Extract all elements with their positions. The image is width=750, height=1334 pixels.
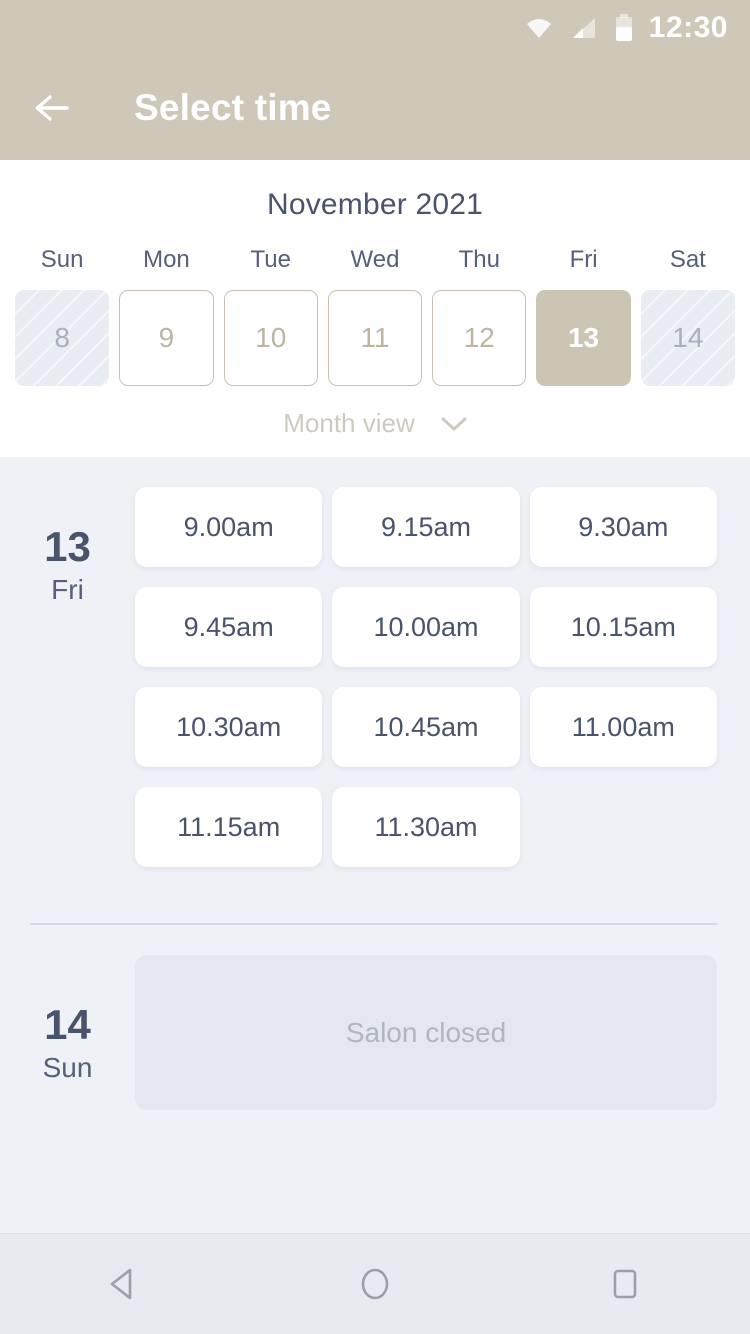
salon-closed-banner: Salon closed [135, 955, 717, 1110]
time-slot[interactable]: 10.30am [135, 687, 323, 767]
weekday-label: Tue [250, 246, 291, 273]
calendar-panel: November 2021 Sun Mon Tue Wed Thu Fri Sa… [0, 160, 750, 457]
calendar-day-9[interactable]: 9 [119, 290, 214, 386]
day-block-13: 13 Fri 9.00am 9.15am 9.30am 9.45am 10.00… [0, 457, 750, 867]
weekday-label: Thu [458, 246, 500, 273]
month-view-toggle[interactable]: Month view [0, 408, 750, 439]
nav-back-button[interactable] [75, 1234, 175, 1334]
nav-home-button[interactable] [325, 1234, 425, 1334]
calendar-day-10[interactable]: 10 [223, 290, 318, 386]
status-bar: 12:30 [0, 0, 750, 55]
calendar-day-row: 8 9 10 11 12 13 14 [0, 290, 750, 386]
time-slot[interactable]: 9.45am [135, 587, 323, 667]
day-block-14: 14 Sun Salon closed [0, 925, 750, 1110]
calendar-day-13-selected[interactable]: 13 [536, 290, 631, 386]
calendar-weekday-header: Sun Mon Tue Wed Thu Fri Sat [0, 246, 750, 274]
status-bar-icons [525, 13, 633, 42]
time-slot[interactable]: 9.15am [332, 487, 520, 567]
calendar-day-12[interactable]: 12 [432, 290, 527, 386]
android-nav-bar [0, 1233, 750, 1334]
phone-screen: 12:30 Select time November 2021 Sun Mon … [0, 0, 750, 1334]
time-slot[interactable]: 11.15am [135, 787, 323, 867]
calendar-day-11[interactable]: 11 [327, 290, 423, 386]
time-slot[interactable]: 9.30am [529, 487, 717, 567]
time-slot[interactable]: 10.00am [332, 587, 520, 667]
weekday-label: Sun [40, 246, 84, 273]
page-title: Select time [134, 86, 332, 128]
day-label-13: 13 Fri [0, 487, 135, 867]
weekday-label: Wed [350, 246, 400, 273]
back-arrow-icon [35, 94, 69, 121]
day-of-week: Fri [51, 574, 84, 606]
status-bar-clock: 12:30 [648, 10, 728, 44]
time-slot-grid: 9.00am 9.15am 9.30am 9.45am 10.00am 10.1… [135, 487, 750, 867]
time-slot[interactable]: 9.00am [135, 487, 323, 567]
cellular-signal-icon [571, 16, 597, 40]
calendar-day-14: 14 [640, 290, 735, 386]
time-slot[interactable]: 11.30am [332, 787, 520, 867]
calendar-month-label: November 2021 [266, 188, 484, 221]
month-view-label: Month view [283, 408, 415, 438]
time-slot[interactable]: 10.45am [332, 687, 520, 767]
schedule-content: 13 Fri 9.00am 9.15am 9.30am 9.45am 10.00… [0, 457, 750, 1233]
battery-icon [615, 13, 633, 42]
time-slot[interactable]: 11.00am [529, 687, 717, 767]
day-number: 14 [44, 1001, 91, 1048]
weekday-label: Sat [669, 246, 706, 273]
recents-square-icon [613, 1269, 637, 1299]
home-circle-icon [361, 1268, 389, 1300]
back-triangle-icon [110, 1268, 132, 1300]
weekday-label: Fri [569, 246, 598, 273]
time-slot[interactable]: 10.15am [529, 587, 717, 667]
day-of-week: Sun [42, 1052, 93, 1084]
wifi-icon [525, 16, 553, 40]
day-number: 13 [44, 523, 91, 570]
app-bar: Select time [0, 55, 750, 160]
weekday-label: Mon [143, 246, 190, 273]
calendar-day-8: 8 [15, 290, 110, 386]
nav-recents-button[interactable] [575, 1234, 675, 1334]
chevron-down-icon [441, 416, 467, 432]
day-label-14: 14 Sun [0, 955, 135, 1110]
back-button[interactable] [30, 82, 82, 134]
